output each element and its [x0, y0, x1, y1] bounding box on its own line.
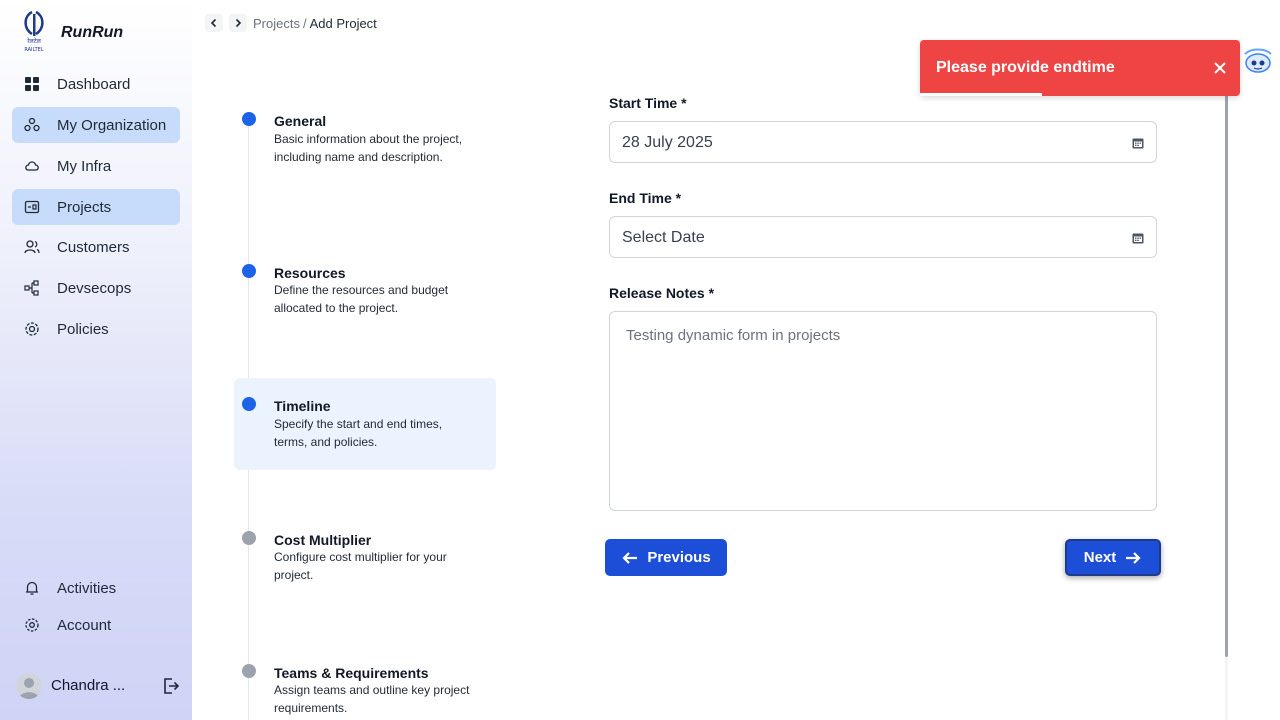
sidebar-item-label: My Infra [57, 157, 112, 175]
calendar-icon[interactable] [1132, 231, 1144, 244]
pipeline-icon [24, 280, 40, 296]
end-time-placeholder: Select Date [622, 229, 705, 246]
step-title: Resources [274, 265, 346, 281]
grid-icon [24, 76, 40, 92]
step-title: Cost Multiplier [274, 532, 372, 548]
start-time-field[interactable]: 28 July 2025 [609, 121, 1157, 163]
close-icon[interactable] [1212, 60, 1228, 76]
arrow-left-icon [622, 551, 638, 564]
start-time-label: Start Time * [609, 95, 687, 111]
step-dot [242, 264, 256, 278]
sidebar-item-customers[interactable]: Customers [12, 229, 180, 265]
sidebar-item-label: My Organization [57, 116, 167, 134]
sidebar-item-activities[interactable]: Activities [12, 570, 180, 606]
sidebar-item-projects[interactable]: Projects [12, 189, 180, 225]
cloud-icon [24, 158, 40, 174]
bell-icon [24, 580, 40, 596]
start-time-value: 28 July 2025 [622, 134, 713, 151]
step-teams-requirements[interactable]: Teams & Requirements Assign teams and ou… [234, 652, 496, 720]
gear-icon [24, 617, 40, 633]
release-notes-textarea[interactable]: Testing dynamic form in projects [609, 311, 1157, 511]
step-description: Basic information about the project, inc… [274, 132, 463, 164]
error-toast: Please provide endtime [920, 40, 1240, 96]
step-dot [242, 531, 256, 545]
chevron-right-icon [235, 18, 242, 28]
user-profile[interactable]: Chandra ... [16, 672, 184, 700]
step-resources[interactable]: Resources Define the resources and budge… [234, 252, 496, 332]
sidebar-item-my-infra[interactable]: My Infra [12, 148, 180, 184]
step-description: Configure cost multiplier for your proje… [274, 550, 447, 582]
step-dot [242, 397, 256, 411]
chatbot-icon[interactable] [1241, 46, 1275, 76]
back-button[interactable] [205, 14, 223, 32]
forward-button[interactable] [229, 14, 247, 32]
shield-gear-icon [24, 321, 40, 337]
sidebar-item-my-organization[interactable]: My Organization [12, 107, 180, 143]
toast-message: Please provide endtime [936, 59, 1115, 76]
previous-button[interactable]: Previous [605, 539, 727, 576]
svg-text:रेलटेल: रेलटेल [27, 37, 42, 45]
release-notes-label: Release Notes * [609, 285, 715, 301]
sidebar-item-label: Customers [57, 238, 130, 256]
sidebar-item-label: Account [57, 616, 112, 634]
scrollbar-thumb[interactable] [1225, 95, 1228, 657]
step-general[interactable]: General Basic information about the proj… [234, 100, 496, 190]
next-button-label: Next [1083, 549, 1117, 566]
project-icon [24, 199, 40, 215]
step-timeline[interactable]: Timeline Specify the start and end times… [234, 378, 496, 470]
sidebar: रेलटेल RAILTEL RunRun Dashboard My Organ… [0, 0, 192, 720]
sidebar-item-account[interactable]: Account [12, 607, 180, 643]
sidebar-item-label: Projects [57, 198, 112, 216]
previous-button-label: Previous [647, 549, 711, 566]
avatar [16, 673, 42, 699]
step-title: Timeline [274, 398, 331, 414]
organization-icon [24, 117, 40, 133]
breadcrumb-separator: / [302, 16, 307, 31]
scrollbar-track[interactable] [1225, 657, 1228, 720]
app-name: RunRun [61, 24, 124, 41]
sidebar-item-label: Policies [57, 320, 109, 338]
svg-text:RAILTEL: RAILTEL [24, 47, 43, 53]
sidebar-item-policies[interactable]: Policies [12, 311, 180, 347]
users-icon [24, 239, 40, 255]
end-time-field[interactable]: Select Date [609, 216, 1157, 258]
logout-icon[interactable] [162, 677, 180, 695]
sidebar-item-label: Dashboard [57, 75, 131, 93]
arrow-right-icon [1126, 551, 1141, 564]
calendar-icon[interactable] [1132, 136, 1144, 149]
chevron-left-icon [210, 18, 217, 28]
step-title: Teams & Requirements [274, 665, 429, 681]
release-notes-value: Testing dynamic form in projects [626, 327, 841, 344]
step-description: Specify the start and end times, terms, … [274, 417, 443, 449]
sidebar-item-dashboard[interactable]: Dashboard [12, 66, 180, 102]
breadcrumb-current: Add Project [309, 16, 377, 31]
railtel-logo: रेलटेल RAILTEL [18, 10, 50, 54]
step-description: Assign teams and outline key project req… [274, 683, 470, 715]
toast-progress-bar [920, 93, 1042, 96]
step-cost-multiplier[interactable]: Cost Multiplier Configure cost multiplie… [234, 519, 496, 599]
sidebar-item-label: Devsecops [57, 279, 132, 297]
step-title: General [274, 113, 327, 129]
step-description: Define the resources and budget allocate… [274, 283, 449, 315]
next-button[interactable]: Next [1065, 539, 1161, 576]
step-dot [242, 664, 256, 678]
sidebar-item-label: Activities [57, 579, 117, 597]
user-name: Chandra ... [51, 677, 126, 694]
step-dot [242, 112, 256, 126]
sidebar-item-devsecops[interactable]: Devsecops [12, 270, 180, 306]
breadcrumb-projects-link[interactable]: Projects [253, 16, 300, 31]
breadcrumb: Projects / Add Project [253, 16, 377, 31]
end-time-label: End Time * [609, 190, 682, 206]
